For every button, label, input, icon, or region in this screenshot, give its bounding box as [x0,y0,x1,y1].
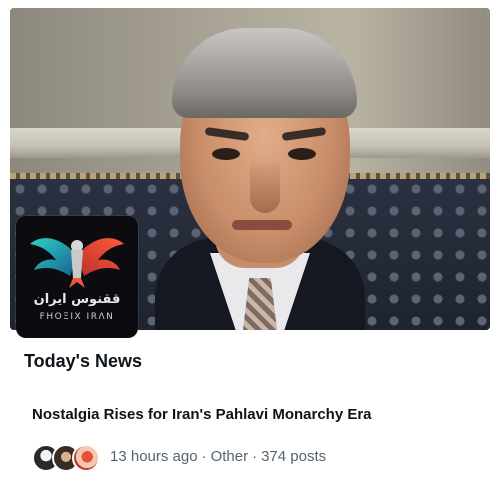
hero-subject-mouth [232,220,292,230]
story-meta: 13 hours ago · Other · 374 posts [32,441,326,472]
news-card[interactable]: ققنوس ایران FHOΞIX IRΛN Today's News Nos… [0,0,500,495]
meta-separator: · [252,447,258,465]
logo-arabic-text: ققنوس ایران [33,292,121,307]
hero-subject-nose [250,158,280,213]
meta-separator: · [201,447,207,465]
story-meta-text: 13 hours ago · Other · 374 posts [110,448,326,465]
story-category: Other [210,447,249,465]
story-headline[interactable]: Nostalgia Rises for Iran's Pahlavi Monar… [32,406,372,423]
logo-latin-text: FHOΞIX IRΛN [39,312,115,322]
avatar-stack[interactable] [32,441,104,472]
hero-subject-eye-right [288,148,316,160]
story-post-count: 374 posts [261,447,327,465]
section-title: Today's News [24,351,142,371]
avatar [72,444,100,472]
hero-subject-eye-left [212,148,240,160]
story-time: 13 hours ago [110,447,198,465]
source-logo: ققنوس ایران FHOΞIX IRΛN [16,216,138,338]
